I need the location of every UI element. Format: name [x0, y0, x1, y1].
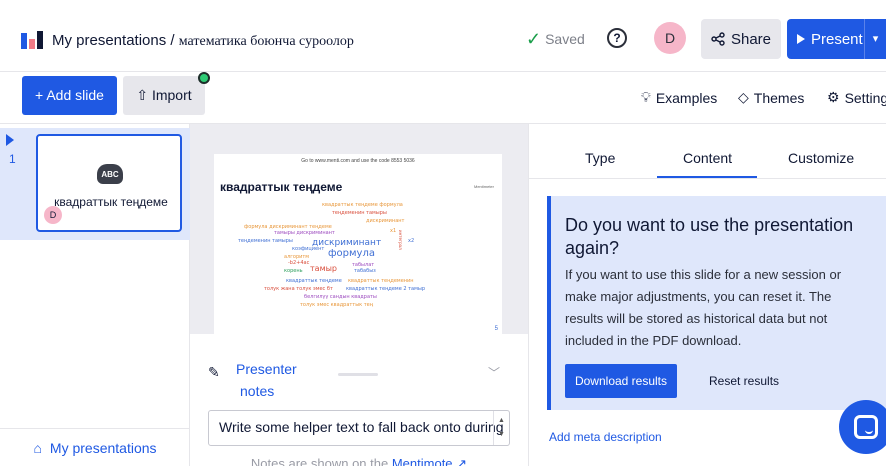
toolbar: + Add slide ⇧ Import 💡︎ Examples ◇ Theme…: [0, 72, 886, 124]
word-cloud-word: корень: [284, 268, 303, 274]
word-cloud-word: тамыр: [310, 264, 337, 273]
word-cloud-word: квадраттык теңдеме формула: [322, 202, 403, 208]
themes-label: Themes: [753, 89, 805, 106]
chat-icon[interactable]: [839, 400, 886, 454]
avatar[interactable]: D: [654, 22, 686, 54]
cloud-icon: ABC: [97, 164, 123, 184]
bulb-icon: 💡︎: [641, 89, 651, 105]
reset-results-box: Do you want to use the presentation agai…: [547, 196, 886, 410]
chat-bubble: [854, 415, 878, 439]
word-cloud-word: толук эмес квадраттык тең: [300, 302, 374, 308]
word-cloud-word: толук жана толук эмес бт: [264, 286, 333, 292]
themes-icon: ◇: [738, 89, 749, 105]
play-icon: [6, 134, 14, 146]
help-icon[interactable]: ?: [607, 28, 627, 48]
mentimote-link[interactable]: Mentimote: [392, 456, 453, 466]
word-cloud-word: дискриминант: [366, 218, 405, 224]
breadcrumb: My presentations / математика боюнча сур…: [52, 32, 354, 50]
slide-list-panel: 1 ABC квадраттык теңдеме D ⌂ My presenta…: [0, 124, 190, 466]
settings-button[interactable]: ⚙ Settings: [827, 89, 886, 106]
presenter-notes-panel: ✎ Presenter notes ﹀ Write some helper te…: [190, 334, 528, 466]
breadcrumb-my-presentations[interactable]: My presentations: [52, 32, 166, 49]
themes-button[interactable]: ◇ Themes: [738, 89, 804, 106]
settings-label: Settings: [844, 89, 886, 106]
check-icon: ✓: [526, 29, 542, 49]
preview-title: квадраттык теңдеме: [220, 180, 343, 194]
tab-customize[interactable]: Customize: [788, 150, 854, 166]
preview-page-number: 5: [494, 326, 498, 332]
tabs-divider: [529, 178, 886, 179]
present-label: Present: [811, 30, 863, 48]
reset-results-button[interactable]: Reset results: [709, 374, 779, 388]
word-cloud-word: квадраттык теңдеме: [286, 278, 342, 284]
presenter-notes-input[interactable]: Write some helper text to fall back onto…: [208, 410, 510, 446]
word-cloud-word: x1: [390, 228, 397, 234]
word-cloud-word: интеграл: [398, 230, 403, 250]
presenter-notes-text: Write some helper text to fall back onto…: [219, 419, 504, 435]
word-cloud-word: тамыры дискриминант: [274, 230, 335, 236]
word-cloud-word: теңдеменин тамыры: [332, 210, 387, 216]
scroll-spinner[interactable]: ▲ ▼: [493, 411, 509, 445]
reset-heading: Do you want to use the presentation agai…: [565, 215, 854, 258]
avatar: D: [44, 206, 62, 224]
notification-badge: [198, 72, 210, 84]
presenter-notes-label-line2: notes: [240, 383, 275, 399]
examples-button[interactable]: 💡︎ Examples: [641, 89, 717, 106]
upload-icon: ⇧: [136, 87, 149, 103]
share-icon: [711, 32, 725, 46]
saved-status: ✓ Saved: [526, 30, 585, 48]
panel-tabs: Type Content Customize: [529, 124, 886, 179]
download-results-button[interactable]: Download results: [565, 364, 677, 398]
add-slide-button[interactable]: + Add slide: [22, 76, 117, 115]
join-instructions: Go to www.menti.com and use the code 855…: [301, 158, 415, 164]
word-cloud-word: табабыз: [354, 268, 376, 274]
share-button[interactable]: Share: [701, 19, 781, 59]
present-button[interactable]: Present ▾: [787, 19, 886, 59]
breadcrumb-separator: /: [170, 32, 175, 49]
presentation-title[interactable]: математика боюнча суроолор: [179, 34, 354, 49]
word-cloud-word: коэфициент: [292, 246, 325, 252]
external-link-icon: ↗: [456, 456, 468, 466]
word-cloud-word: квадраттык теңдеменин: [348, 278, 414, 284]
word-cloud-word: теңдеменин тамыры: [238, 238, 293, 244]
reset-body: If you want to use this slide for a new …: [565, 267, 842, 348]
notes-shown-prefix: Notes are shown on the: [250, 456, 389, 466]
word-cloud-word: квадраттык теңдеме 2 тамыр: [346, 286, 426, 292]
pen-icon: ✎: [208, 364, 220, 380]
saved-label: Saved: [545, 31, 585, 47]
slide-number: 1: [9, 152, 16, 166]
chevron-down-icon[interactable]: ﹀: [488, 364, 500, 381]
presenter-notes-label-line1: Presenter: [236, 361, 297, 377]
chevron-down-icon[interactable]: ▾: [864, 19, 886, 59]
resize-handle[interactable]: [338, 373, 378, 376]
my-presentations-link[interactable]: ⌂ My presentations: [0, 428, 190, 466]
slide-preview[interactable]: Go to www.menti.com and use the code 855…: [214, 154, 502, 334]
word-cloud-word: -b2+4ac: [288, 260, 310, 266]
gear-icon: ⚙: [827, 89, 840, 105]
top-header: My presentations / математика боюнча сур…: [0, 0, 886, 72]
slide-thumbnail[interactable]: ABC квадраттык теңдеме D: [36, 134, 182, 232]
play-icon: [797, 34, 805, 44]
tab-type[interactable]: Type: [585, 150, 615, 166]
share-label: Share: [730, 30, 772, 48]
word-cloud-word: x2: [408, 238, 415, 244]
slide-title: квадраттык теңдеме: [54, 195, 168, 209]
import-label: Import: [151, 87, 192, 103]
editor-canvas: Go to www.menti.com and use the code 855…: [190, 124, 528, 466]
logo-icon[interactable]: [21, 31, 43, 49]
tab-content[interactable]: Content: [683, 150, 732, 166]
brand-label: Mentimeter: [473, 184, 494, 189]
examples-label: Examples: [655, 89, 718, 106]
my-presentations-label: My presentations: [49, 439, 157, 456]
word-cloud-word: белгилүү сандын квадраты: [304, 294, 377, 300]
home-icon: ⌂: [33, 439, 42, 456]
import-button[interactable]: ⇧ Import: [123, 72, 210, 115]
notes-shown-hint: Notes are shown on the Mentimote ↗: [190, 456, 528, 466]
word-cloud-word: формула: [328, 248, 375, 259]
slide-list-item[interactable]: 1 ABC квадраттык теңдеме D: [0, 128, 190, 240]
properties-panel: Type Content Customize Do you want to us…: [528, 124, 886, 466]
presenter-notes-toggle[interactable]: Presenter notes: [236, 358, 297, 402]
add-meta-description-link[interactable]: Add meta description: [549, 430, 662, 444]
